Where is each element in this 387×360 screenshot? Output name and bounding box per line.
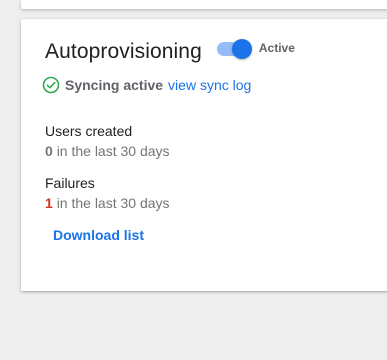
users-created-period: in the last 30 days: [56, 143, 170, 159]
autoprovisioning-card: Autoprovisioning Active Syncing active v…: [21, 19, 387, 291]
users-created-stat: 0 in the last 30 days: [45, 143, 170, 159]
view-sync-log-link[interactable]: view sync log: [168, 77, 251, 93]
failures-label: Failures: [45, 175, 95, 191]
users-created-label: Users created: [45, 123, 133, 139]
sync-status-row: Syncing active view sync log: [42, 76, 251, 94]
failures-period: in the last 30 days: [56, 195, 170, 211]
failures-count: 1: [45, 195, 53, 211]
check-circle-icon: [42, 76, 60, 94]
sync-status-text: Syncing active: [65, 77, 164, 93]
toggle-knob: [231, 39, 252, 59]
download-list-button[interactable]: Download list: [53, 227, 144, 243]
failures-stat: 1 in the last 30 days: [45, 195, 170, 211]
autoprovisioning-toggle[interactable]: [216, 39, 252, 59]
users-created-count: 0: [45, 143, 53, 159]
toggle-status-label: Active: [258, 41, 295, 55]
previous-card: [21, 0, 387, 9]
title-row: Autoprovisioning Active: [45, 39, 295, 64]
card-title: Autoprovisioning: [45, 40, 202, 63]
